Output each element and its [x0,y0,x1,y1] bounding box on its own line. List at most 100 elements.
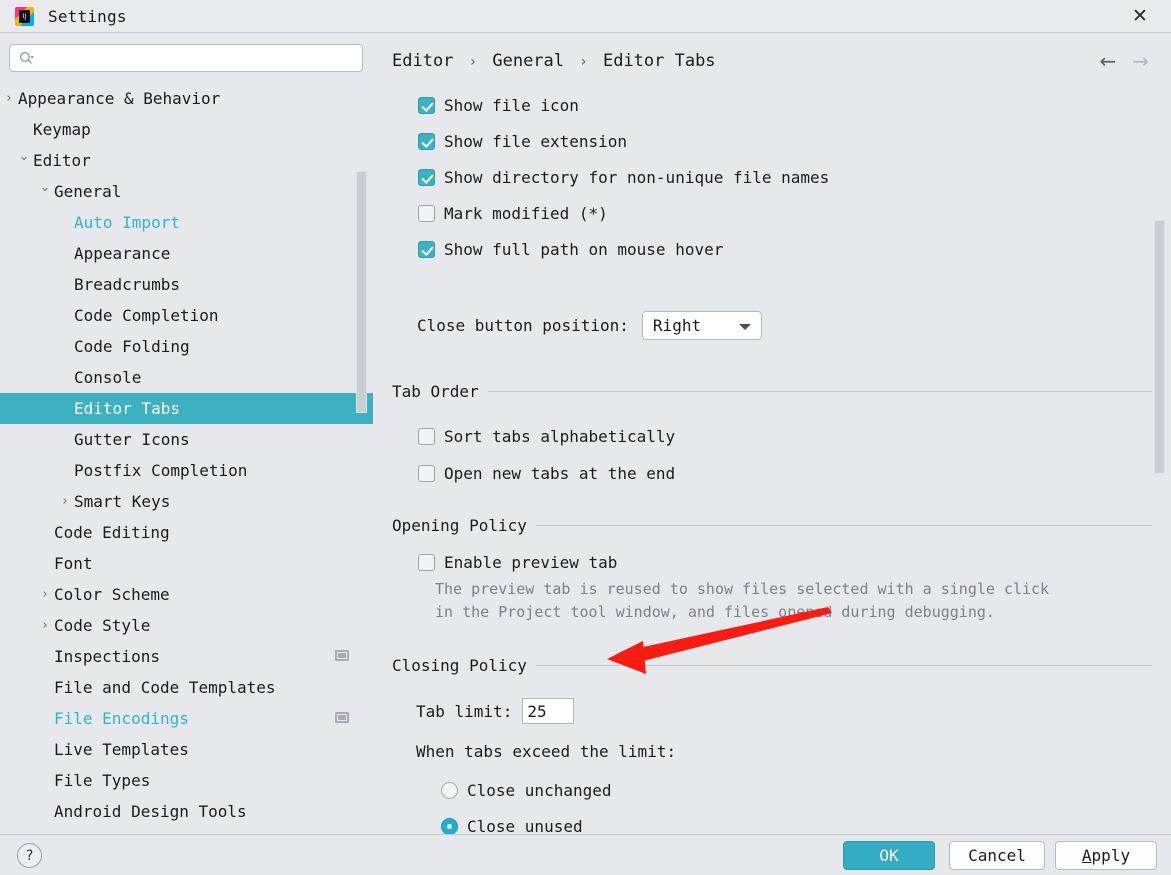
sidebar-item-code-editing[interactable]: Code Editing [0,517,373,548]
content-scrollbar-thumb[interactable] [1154,220,1165,474]
sidebar-item-live-templates[interactable]: Live Templates [0,734,373,765]
close-button-position-select[interactable]: Right [641,311,762,340]
chevron-right-icon[interactable]: › [58,486,72,517]
chevron-right-icon[interactable]: › [2,83,16,114]
sidebar-item-label: Color Scheme [54,585,170,604]
sidebar-item-auto-import[interactable]: Auto Import [0,207,373,238]
sidebar-item-android-design-tools[interactable]: Android Design Tools [0,796,373,827]
breadcrumb-part-editor[interactable]: Editor [392,51,453,71]
enable-preview-tab-row: Enable preview tab [418,553,617,572]
sidebar-item-smart-keys[interactable]: › Smart Keys [0,486,373,517]
title-bar: Settings ✕ [0,0,1171,33]
closing-policy-title: Closing Policy [392,656,527,675]
search-input[interactable] [40,45,356,71]
tab-option-label: Show full path on mouse hover [444,239,724,259]
tab-option-checkbox[interactable] [418,132,435,150]
sidebar-item-appearance-behavior[interactable]: › Appearance & Behavior [0,83,373,114]
tab-order-option-label: Sort tabs alphabetically [444,427,676,446]
chevron-down-icon[interactable]: ⌄ [17,145,31,169]
sidebar-item-appearance[interactable]: Appearance [0,238,373,269]
sidebar-item-code-completion[interactable]: Code Completion [0,300,373,331]
sidebar-item-keymap[interactable]: Keymap [0,114,373,145]
tab-limit-row: Tab limit: [416,698,575,724]
tab-option-row: Show directory for non-unique file names [418,159,829,195]
sidebar-item-label: Code Style [54,616,151,635]
sidebar-item-label: Editor Tabs [74,399,180,418]
opening-policy-hint-line-1: The preview tab is reused to show files … [435,580,1050,598]
sidebar-item-font[interactable]: Font [0,548,373,579]
breadcrumb: Editor › General › Editor Tabs [392,51,716,71]
settings-content: Show file icon Show file extension Show di… [373,81,1171,834]
opening-policy-hint: The preview tab is reused to show files … [435,578,1049,624]
tab-order-option-label: Open new tabs at the end [444,464,676,483]
enable-preview-tab-checkbox[interactable] [418,554,435,571]
sidebar-item-postfix-completion[interactable]: Postfix Completion [0,455,373,486]
tab-order-option-checkbox[interactable] [418,465,435,482]
tab-order-option-row: Sort tabs alphabetically [418,418,675,455]
intellij-idea-logo-icon [15,6,34,26]
closing-policy-radio-label: Close unchanged [467,780,612,800]
closing-policy-radio-label: Close unused [467,816,583,835]
sidebar-item-console[interactable]: Console [0,362,373,393]
sidebar-item-general[interactable]: ⌄ General [0,176,373,207]
close-icon[interactable]: ✕ [1109,0,1171,32]
chevron-right-icon[interactable]: › [38,579,52,610]
sidebar-item-inspections[interactable]: Inspections [0,641,373,672]
sidebar-scrollbar-thumb[interactable] [356,171,367,413]
dialog-footer: ? OK Cancel Apply [0,834,1171,875]
sidebar-item-color-scheme[interactable]: › Color Scheme [0,579,373,610]
cancel-button[interactable]: Cancel [949,841,1045,870]
help-button[interactable]: ? [17,843,42,868]
closing-policy-radio-close-unchanged[interactable] [441,781,458,799]
tab-order-group-header: Tab Order [392,382,1152,401]
sidebar-item-label: File and Code Templates [54,678,276,697]
chevron-down-icon[interactable]: ⌄ [38,176,52,200]
sidebar-item-label: Console [74,368,142,387]
sidebar-item-file-and-code-templates[interactable]: File and Code Templates [0,672,373,703]
sidebar-item-label: General [54,182,122,201]
apply-button-mnemonic: A [1081,846,1092,865]
breadcrumb-part-editor-tabs[interactable]: Editor Tabs [603,51,716,71]
tab-order-title: Tab Order [392,382,479,401]
sidebar-item-gutter-icons[interactable]: Gutter Icons [0,424,373,455]
breadcrumb-part-general[interactable]: General [492,51,564,71]
chevron-right-icon[interactable]: › [38,610,52,641]
search-icon [19,51,34,64]
search-area [0,33,373,72]
close-button-position-label: Close button position: [417,316,629,335]
sidebar-item-code-folding[interactable]: Code Folding [0,331,373,362]
tab-option-checkbox[interactable] [418,168,435,186]
tab-limit-input[interactable] [522,698,575,724]
sidebar-item-editor-tabs[interactable]: Editor Tabs [0,393,373,424]
group-divider [535,665,1152,666]
tab-option-checkbox[interactable] [418,204,435,222]
tab-option-label: Mark modified (*) [444,203,608,223]
ok-button[interactable]: OK [843,841,935,870]
apply-button[interactable]: Apply [1055,841,1157,870]
closing-policy-radio-close-unused[interactable] [441,817,458,834]
sidebar-item-breadcrumbs[interactable]: Breadcrumbs [0,269,373,300]
sidebar-item-label: Inspections [54,647,160,666]
sidebar-item-editor[interactable]: ⌄ Editor [0,145,373,176]
arrow-right-icon[interactable]: → [1132,51,1149,71]
when-tabs-exceed-label: When tabs exceed the limit: [416,742,677,761]
tab-limit-label: Tab limit: [416,701,513,721]
arrow-left-icon[interactable]: ← [1099,51,1116,71]
apply-button-rest: pply [1091,846,1131,865]
sidebar-item-code-style[interactable]: › Code Style [0,610,373,641]
sidebar-item-label: File Types [54,771,151,790]
tab-option-checkbox[interactable] [418,240,435,258]
enable-preview-tab-label: Enable preview tab [444,553,618,572]
navigation-arrows: ← → [1099,51,1149,71]
opening-policy-title: Opening Policy [392,516,527,535]
sidebar-item-file-encodings[interactable]: File Encodings [0,703,373,734]
window-title: Settings [48,6,127,26]
search-box[interactable] [9,44,363,72]
tab-order-option-checkbox[interactable] [418,428,435,445]
sidebar-item-label: Code Completion [74,306,219,325]
breadcrumb-separator-1: › [468,54,478,70]
breadcrumb-separator-2: › [579,54,588,70]
tab-order-option-row: Open new tabs at the end [418,455,675,492]
sidebar-item-file-types[interactable]: File Types [0,765,373,796]
tab-option-checkbox[interactable] [418,96,435,114]
